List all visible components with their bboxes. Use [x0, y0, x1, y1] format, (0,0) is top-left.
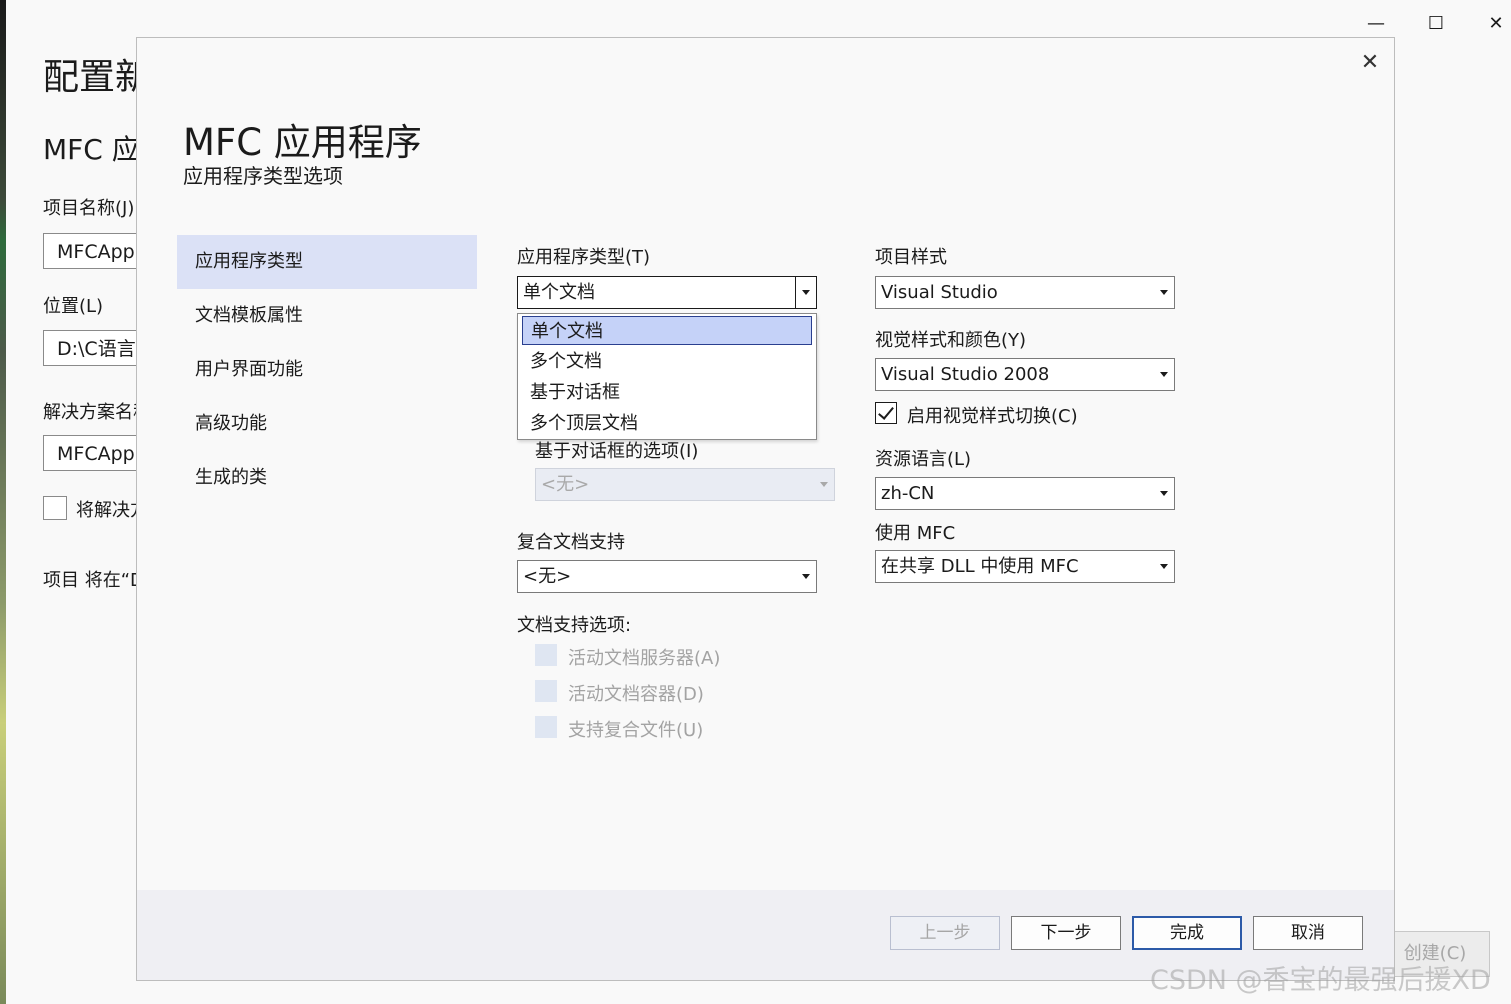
compound-doc-value: <无>: [523, 566, 572, 587]
watermark: CSDN @香宝的最强后援XD: [1150, 965, 1491, 996]
dialog-options-value: <无>: [541, 474, 590, 495]
dialog-options-label: 基于对话框的选项(I): [535, 441, 699, 462]
project-style-value: Visual Studio: [881, 282, 998, 303]
compound-doc-label: 复合文档支持: [517, 532, 625, 553]
dropdown-option-multi-top-level[interactable]: 多个顶层文档: [522, 409, 812, 438]
use-mfc-value: 在共享 DLL 中使用 MFC: [881, 556, 1079, 577]
close-icon[interactable]: ✕: [1355, 48, 1385, 78]
nav-item-app-type[interactable]: 应用程序类型: [177, 235, 477, 289]
window-close-icon[interactable]: ✕: [1478, 6, 1511, 42]
chevron-down-icon[interactable]: [1154, 551, 1174, 582]
resource-language-value: zh-CN: [881, 483, 935, 504]
chevron-down-icon[interactable]: [796, 561, 816, 592]
mfc-wizard-dialog: ✕ MFC 应用程序 应用程序类型选项 应用程序类型 文档模板属性 用户界面功能…: [136, 37, 1395, 981]
enable-visual-switch-checkbox[interactable]: [875, 402, 897, 424]
cancel-button[interactable]: 取消: [1253, 916, 1363, 950]
visual-style-label: 视觉样式和颜色(Y): [875, 330, 1027, 351]
active-doc-container-label: 活动文档容器(D): [568, 684, 704, 705]
active-doc-server-checkbox[interactable]: [535, 644, 557, 666]
desktop-edge: [0, 0, 6, 1004]
active-doc-container-checkbox[interactable]: [535, 680, 557, 702]
page-subtitle: 应用程序类型选项: [183, 164, 343, 188]
project-style-label: 项目样式: [875, 247, 947, 268]
visual-style-select[interactable]: Visual Studio 2008: [875, 358, 1175, 391]
use-mfc-label: 使用 MFC: [875, 523, 956, 544]
visual-style-value: Visual Studio 2008: [881, 364, 1050, 385]
use-mfc-select[interactable]: 在共享 DLL 中使用 MFC: [875, 550, 1175, 583]
chevron-down-icon[interactable]: [1154, 277, 1174, 308]
project-path-note: 项目 将在“D: [43, 570, 144, 591]
nav-item-ui-features[interactable]: 用户界面功能: [177, 343, 477, 397]
app-type-value: 单个文档: [523, 282, 595, 303]
page-title: MFC 应用程序: [183, 121, 422, 164]
maximize-icon[interactable]: ☐: [1418, 6, 1454, 42]
project-name-label: 项目名称(J): [43, 198, 135, 219]
dropdown-option-dialog-based[interactable]: 基于对话框: [522, 378, 812, 407]
chevron-down-icon: [814, 469, 834, 500]
compound-files-checkbox[interactable]: [535, 716, 557, 738]
compound-files-label: 支持复合文件(U): [568, 720, 704, 741]
dropdown-option-single-doc[interactable]: 单个文档: [522, 316, 812, 345]
location-label: 位置(L): [43, 296, 104, 317]
resource-language-label: 资源语言(L): [875, 449, 972, 470]
compound-doc-select[interactable]: <无>: [517, 560, 817, 593]
app-type-label: 应用程序类型(T): [517, 247, 651, 268]
background-subtitle: MFC 应: [43, 133, 140, 166]
enable-visual-switch-label: 启用视觉样式切换(C): [907, 406, 1078, 427]
nav-item-doc-template[interactable]: 文档模板属性: [177, 289, 477, 343]
chevron-down-icon[interactable]: [1154, 478, 1174, 509]
project-style-select[interactable]: Visual Studio: [875, 276, 1175, 309]
app-type-dropdown-list: 单个文档 多个文档 基于对话框 多个顶层文档: [517, 313, 817, 440]
app-type-select[interactable]: 单个文档: [517, 276, 817, 309]
doc-support-label: 文档支持选项:: [517, 615, 632, 636]
next-button[interactable]: 下一步: [1011, 916, 1121, 950]
dropdown-option-multi-doc[interactable]: 多个文档: [522, 347, 812, 376]
chevron-down-icon[interactable]: [795, 277, 816, 308]
dialog-options-select[interactable]: <无>: [535, 468, 835, 501]
solution-name-label: 解决方案名称: [43, 402, 151, 423]
background-title: 配置新: [43, 57, 152, 98]
nav-item-advanced[interactable]: 高级功能: [177, 397, 477, 451]
nav-item-generated-classes[interactable]: 生成的类: [177, 451, 477, 505]
active-doc-server-label: 活动文档服务器(A): [568, 648, 721, 669]
place-solution-checkbox[interactable]: [43, 496, 67, 520]
finish-button[interactable]: 完成: [1132, 916, 1242, 950]
chevron-down-icon[interactable]: [1154, 359, 1174, 390]
resource-language-select[interactable]: zh-CN: [875, 477, 1175, 510]
back-button[interactable]: 上一步: [890, 916, 1000, 950]
